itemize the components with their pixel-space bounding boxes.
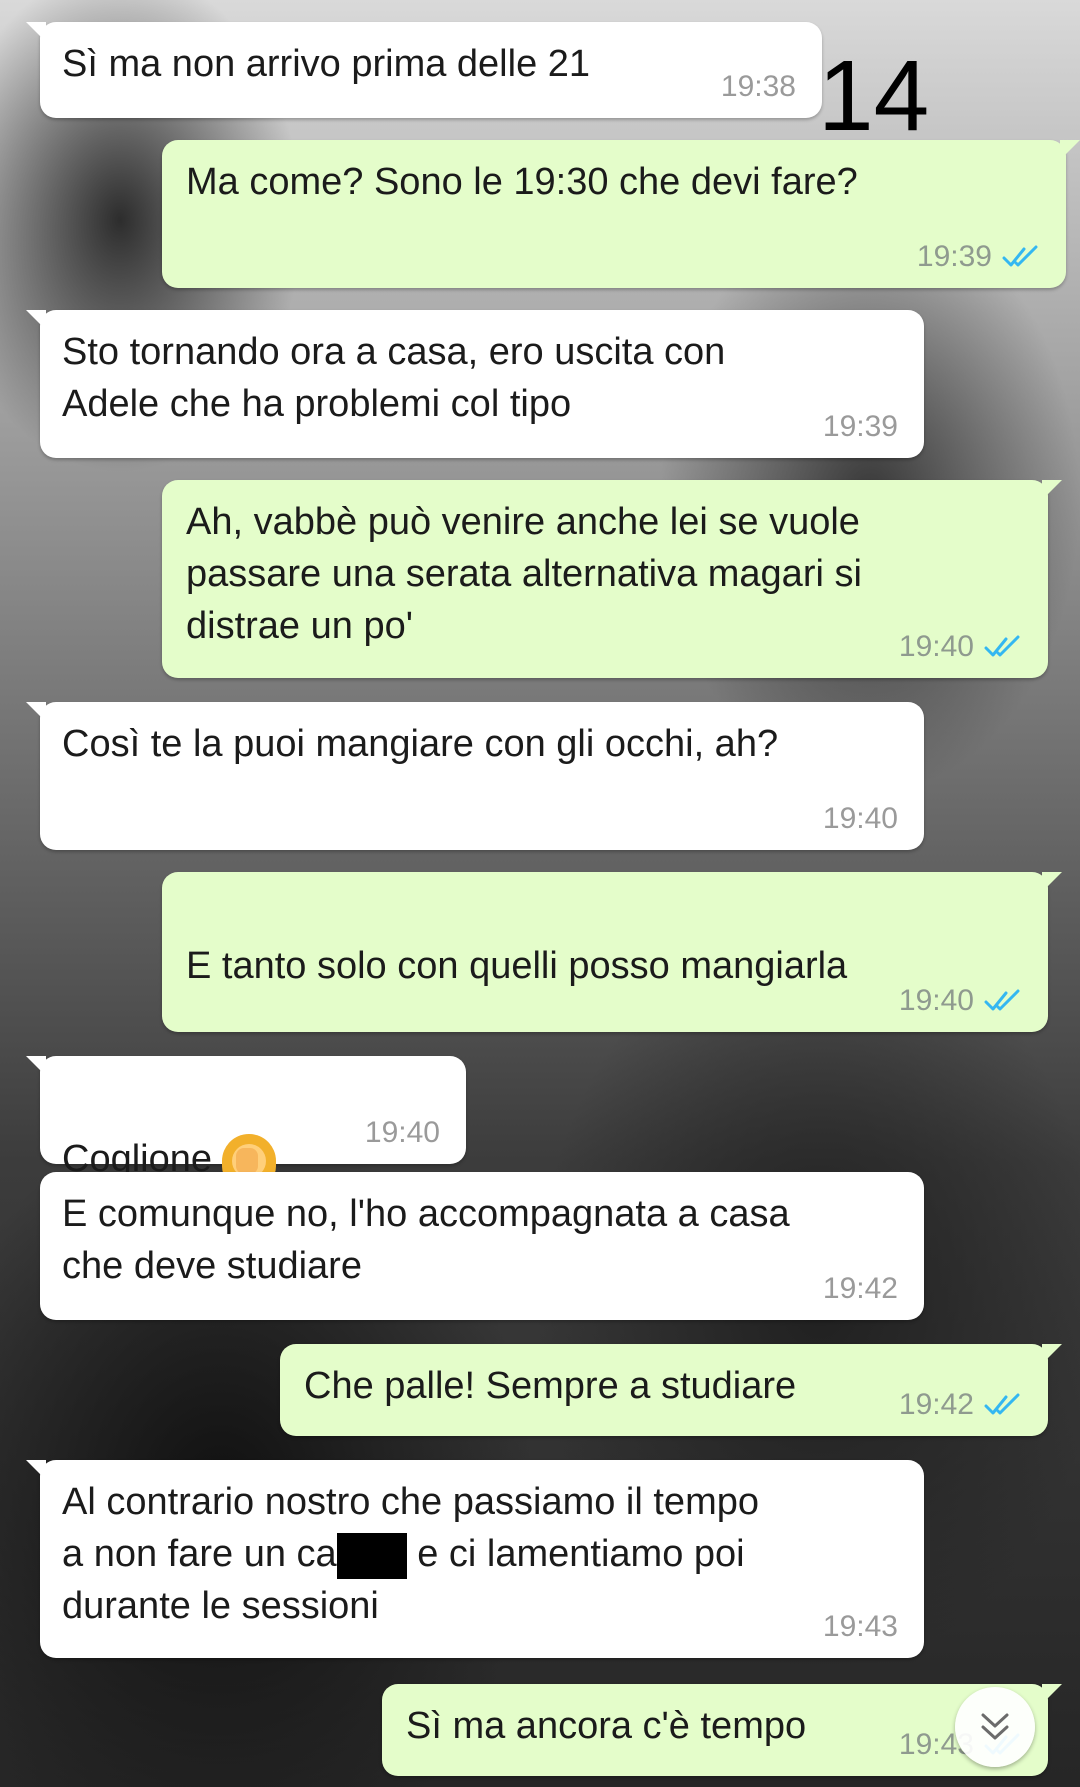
page-number-annotation: 14 (818, 40, 930, 152)
message-time: 19:43 (822, 1610, 898, 1643)
double-check-icon (1002, 245, 1038, 267)
message-content: Al contrario nostro che passiamo il temp… (62, 1476, 759, 1632)
message-time: 19:40 (822, 802, 898, 835)
message-time: 19:39 (822, 410, 898, 443)
double-chevron-down-icon (981, 1713, 1009, 1740)
message-text: Così te la puoi mangiare con gli occhi, … (62, 723, 779, 765)
message-time: 19:40 (898, 984, 974, 1017)
message-time: 19:38 (720, 70, 796, 103)
message-text: Sì ma ancora c'è tempo (406, 1705, 807, 1747)
message-text: Sì ma non arrivo prima delle 21 (62, 43, 591, 85)
message-bubble-incoming[interactable]: Sto tornando ora a casa, ero uscita con … (26, 310, 924, 458)
message-bubble-outgoing[interactable]: Che palle! Sempre a studiare 19:42 (280, 1344, 1062, 1436)
message-time: 19:39 (916, 240, 992, 273)
message-bubble-incoming[interactable]: Sì ma non arrivo prima delle 21 19:38 (26, 22, 822, 118)
message-bubble-incoming[interactable]: Coglione 19:40 (26, 1056, 466, 1190)
message-bubble-outgoing[interactable]: Ah, vabbè può venire anche lei se vuole … (162, 480, 1062, 678)
redaction-block (336, 1532, 407, 1579)
double-check-icon (984, 1393, 1020, 1415)
message-text: Ah, vabbè può venire anche lei se vuole … (186, 501, 862, 647)
message-bubble-incoming[interactable]: E comunque no, l'ho accompagnata a casa … (40, 1172, 924, 1320)
message-text: Sto tornando ora a casa, ero uscita con … (62, 331, 726, 425)
message-bubble-outgoing[interactable]: Ma come? Sono le 19:30 che devi fare? 19… (162, 140, 1080, 288)
message-text: E comunque no, l'ho accompagnata a casa … (62, 1193, 790, 1287)
double-check-icon (984, 989, 1020, 1011)
message-time: 19:40 (364, 1116, 440, 1149)
message-text: Che palle! Sempre a studiare (304, 1365, 797, 1407)
message-time: 19:40 (898, 630, 974, 663)
message-bubble-outgoing[interactable]: Sì ma ancora c'è tempo 19:43 (382, 1684, 1062, 1776)
scroll-to-bottom-button[interactable] (955, 1687, 1035, 1767)
message-bubble-incoming[interactable]: Al contrario nostro che passiamo il temp… (26, 1460, 924, 1658)
message-bubble-incoming[interactable]: Così te la puoi mangiare con gli occhi, … (26, 702, 924, 850)
double-check-icon (984, 635, 1020, 657)
message-time: 19:42 (898, 1388, 974, 1421)
message-time: 19:42 (822, 1272, 898, 1305)
message-text: Ma come? Sono le 19:30 che devi fare? (186, 161, 858, 203)
message-text: E tanto solo con quelli posso mangiarla (186, 945, 848, 987)
message-bubble-outgoing[interactable]: E tanto solo con quelli posso mangiarla … (162, 872, 1062, 1161)
